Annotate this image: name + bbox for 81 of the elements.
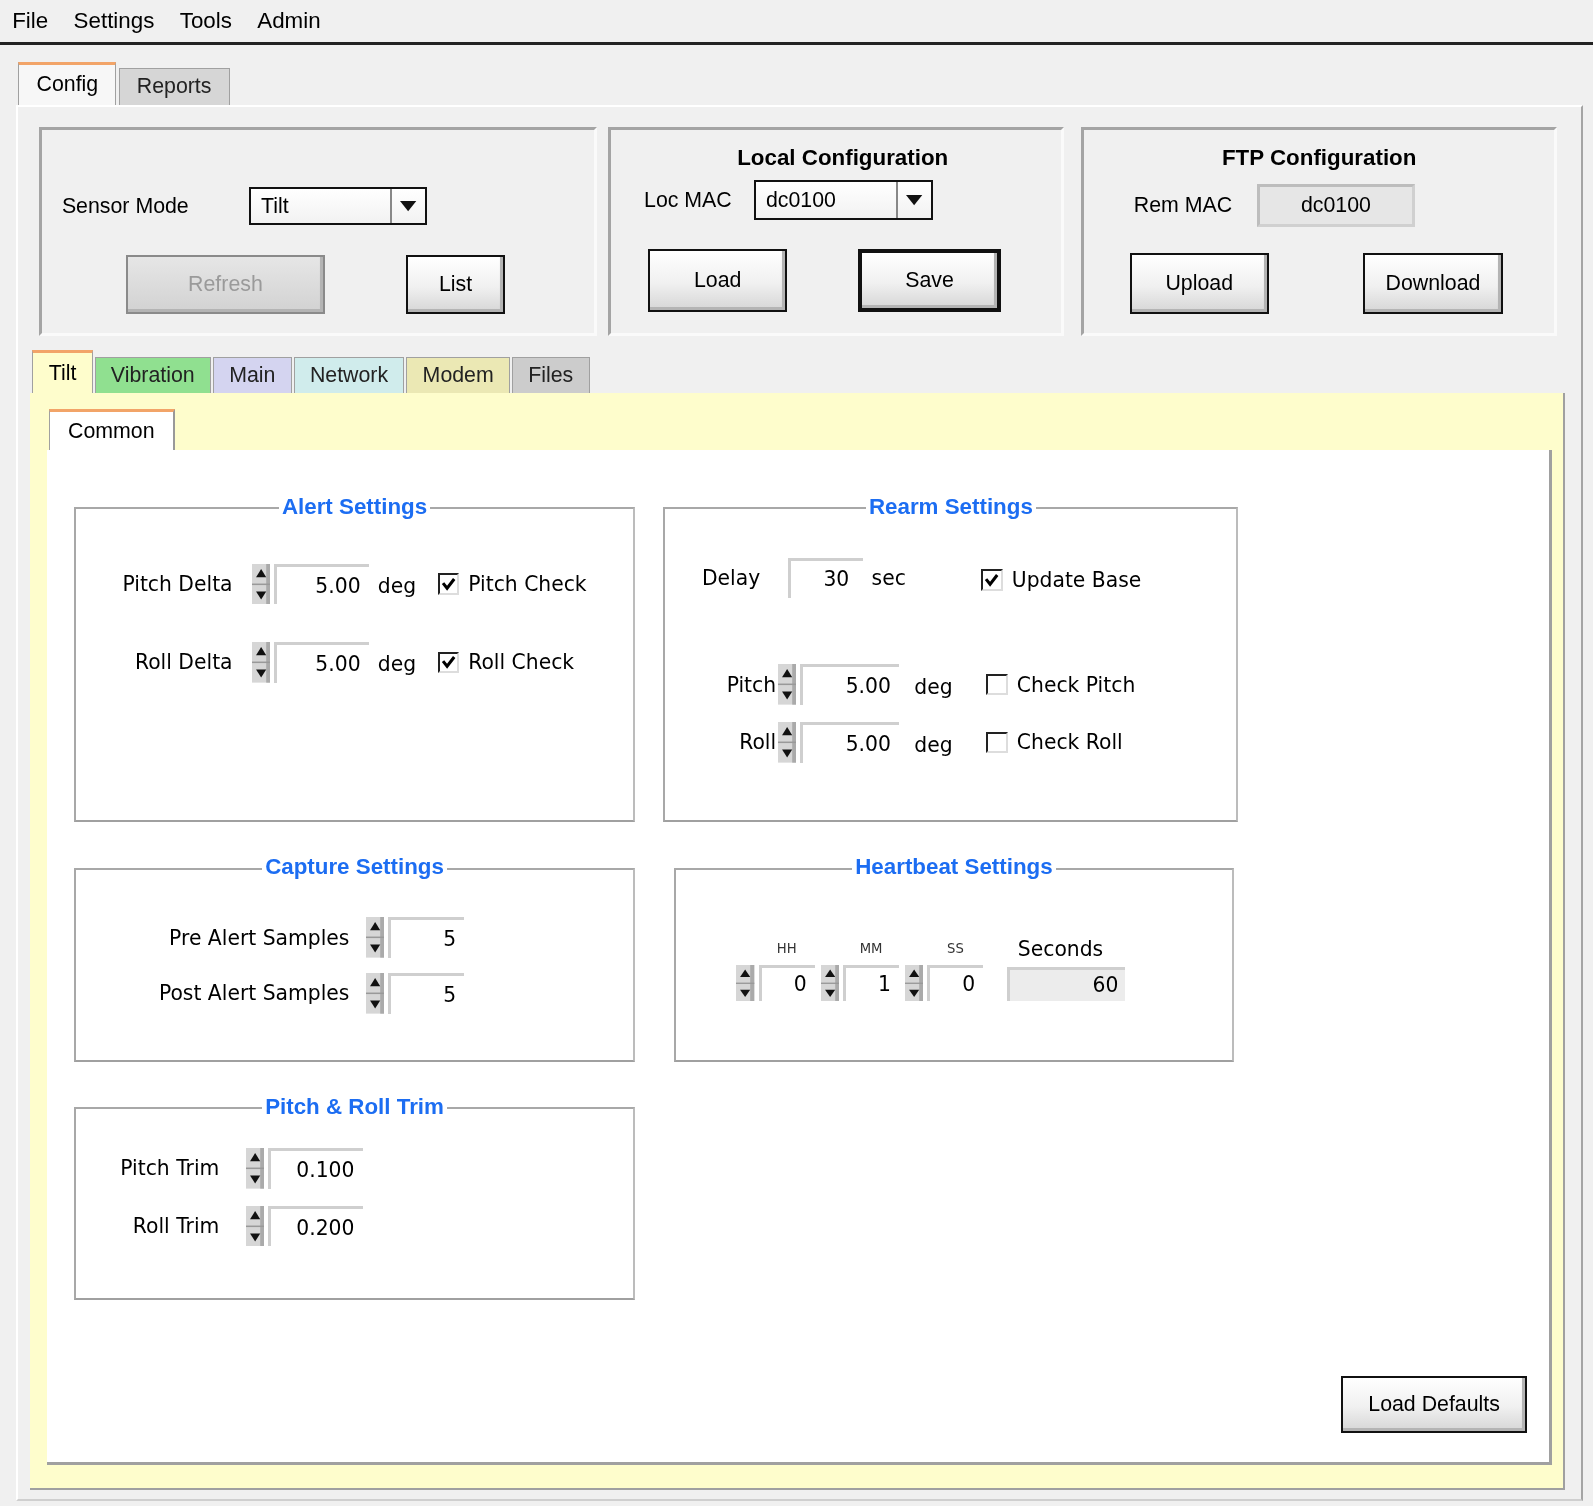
label: Post Alert Samples [157,981,350,1006]
unit-label: sec [871,565,907,590]
label: Delay [701,565,762,590]
tab[interactable]: Files [512,356,590,394]
button[interactable]: Download [1363,253,1503,315]
unit-label: deg [914,674,954,699]
panel-title: FTP Configuration [1221,145,1417,172]
unit-label: deg [914,732,954,757]
number-field[interactable]: 5 [388,973,465,1014]
spinner-icon[interactable] [778,722,797,763]
menu-item[interactable]: Settings [73,7,155,34]
unit-label: deg [377,574,418,599]
label: Pitch Delta [121,572,233,597]
panel-title: Local Configuration [737,145,949,172]
checkbox-label: Check Pitch [1016,672,1136,697]
load-defaults-button[interactable]: Load Defaults [1341,1375,1528,1434]
number-field[interactable]: 5.00 [800,664,900,705]
spinner-icon[interactable] [251,563,271,605]
spinner-icon[interactable] [245,1147,265,1189]
checkbox-label: Pitch Check [468,572,587,597]
spinner-icon[interactable] [905,964,924,1002]
checkbox[interactable] [981,569,1003,591]
label: Roll Delta [134,650,233,675]
tab[interactable]: Network [293,356,405,394]
tab[interactable]: Tilt [32,350,93,394]
label: Pitch [725,672,777,697]
label: Seconds [1017,936,1105,961]
menu-item[interactable]: Tools [179,7,232,34]
field-label: HH [775,940,798,956]
spinner-icon[interactable] [245,1205,265,1247]
menu-item[interactable]: File [12,7,49,34]
spinner-icon[interactable] [778,664,797,705]
dropdown[interactable]: dc0100 [753,180,933,220]
number-field[interactable]: 0.200 [268,1205,363,1247]
number-field[interactable]: 0.100 [268,1147,363,1189]
number-field[interactable]: 0 [758,964,815,1002]
number-field[interactable]: 5.00 [274,563,369,605]
dropdown[interactable]: Tilt [248,186,427,226]
button[interactable]: Upload [1129,253,1269,315]
button[interactable]: Load [648,249,788,313]
tab[interactable]: Common [48,409,175,450]
spinner-icon[interactable] [251,641,271,683]
tab[interactable]: Vibration [94,356,211,394]
checkbox[interactable] [986,673,1008,696]
number-field[interactable]: 5 [388,917,465,958]
label: Pitch Trim [119,1156,220,1181]
field-label: MM [858,940,884,956]
checkbox[interactable] [437,573,460,595]
tab[interactable]: Reports [118,68,230,105]
spinner-icon[interactable] [365,973,384,1014]
tab[interactable]: Config [18,61,117,105]
checkbox[interactable] [986,731,1008,754]
label: Roll Trim [131,1214,220,1239]
label: Pre Alert Samples [168,925,350,950]
readonly-field[interactable]: 60 [1006,966,1125,1002]
label: Rem MAC [1133,193,1234,219]
checkbox[interactable] [437,651,460,673]
number-field[interactable]: 0 [927,964,984,1002]
checkbox-label: Check Roll [1016,730,1123,755]
number-field[interactable]: 30 [788,557,864,599]
number-field[interactable]: 5.00 [800,722,900,763]
label: Loc MAC [644,187,733,213]
checkbox-label: Roll Check [468,650,575,675]
number-field[interactable]: 5.00 [274,641,369,683]
spinner-icon[interactable] [365,917,384,958]
readonly-field: dc0100 [1256,184,1416,228]
label: Roll [738,730,777,755]
spinner-icon[interactable] [820,964,840,1002]
checkbox-label: Update Base [1011,567,1142,592]
tab[interactable]: Main [212,356,292,394]
field-label: SS [946,940,965,956]
caret-icon [905,194,924,207]
label: Sensor Mode [61,193,190,219]
caret-icon [399,200,418,213]
number-field[interactable]: 1 [843,964,899,1002]
menu-item[interactable]: Admin [257,7,321,34]
button[interactable]: List [406,254,505,314]
spinner-icon[interactable] [736,964,755,1002]
button[interactable]: Save [858,249,1001,313]
unit-label: deg [377,652,418,677]
tab[interactable]: Modem [406,356,510,394]
